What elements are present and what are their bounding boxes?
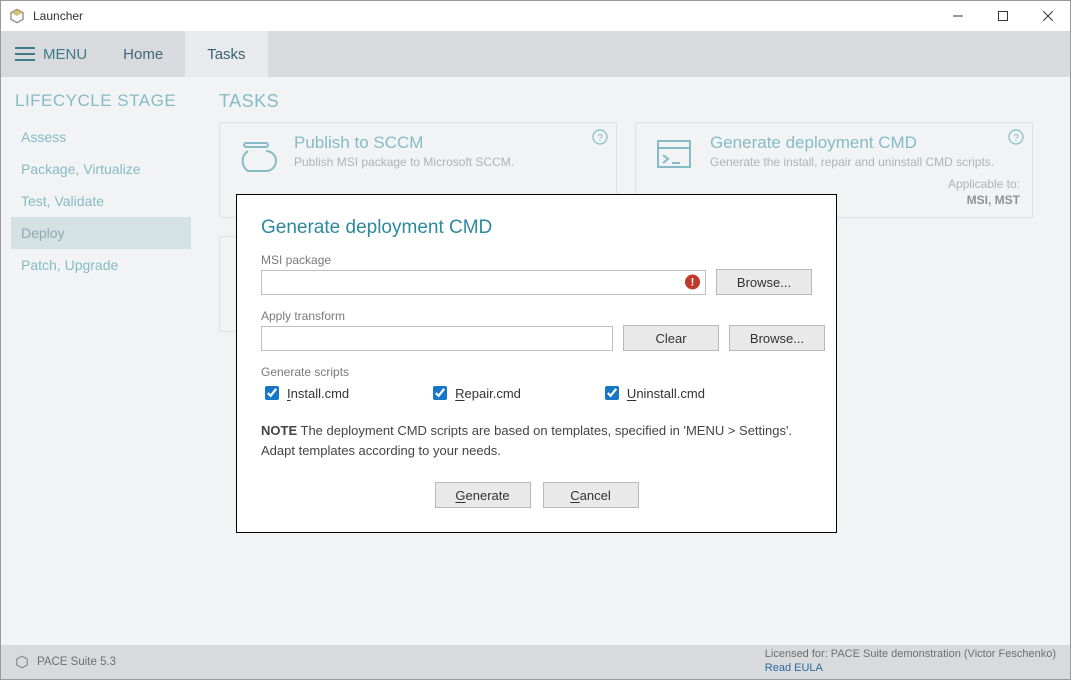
sidebar-heading: LIFECYCLE STAGE (15, 91, 191, 111)
warning-icon: ! (685, 275, 700, 290)
card-title: Generate deployment CMD (710, 133, 1018, 153)
browse-msi-button[interactable]: Browse... (716, 269, 812, 295)
help-icon[interactable]: ? (592, 129, 608, 145)
input-apply-transform[interactable] (261, 326, 613, 351)
footer: PACE Suite 5.3 Licensed for: PACE Suite … (1, 645, 1070, 679)
sidebar: LIFECYCLE STAGE Assess Package, Virtuali… (1, 77, 201, 645)
clear-transform-button[interactable]: Clear (623, 325, 719, 351)
card-desc: Publish MSI package to Microsoft SCCM. (294, 155, 602, 169)
window-controls (935, 1, 1070, 31)
checkbox-install-input[interactable] (265, 386, 279, 400)
footer-eula-link[interactable]: Read EULA (765, 662, 823, 674)
maximize-button[interactable] (980, 1, 1025, 31)
help-icon[interactable]: ? (1008, 129, 1024, 145)
minimize-button[interactable] (935, 1, 980, 31)
card-desc: Generate the install, repair and uninsta… (710, 155, 1018, 169)
sidebar-item-patch[interactable]: Patch, Upgrade (11, 249, 191, 281)
browse-transform-button[interactable]: Browse... (729, 325, 825, 351)
modal-title: Generate deployment CMD (261, 217, 812, 239)
card-applicable-label: Applicable to: (948, 177, 1020, 191)
footer-product: PACE Suite 5.3 (37, 656, 116, 668)
tab-tasks[interactable]: Tasks (185, 31, 267, 77)
content-heading: TASKS (219, 91, 1052, 112)
input-msi-package[interactable] (261, 270, 706, 295)
top-menubar: MENU Home Tasks (1, 31, 1070, 77)
svg-text:?: ? (1013, 133, 1019, 144)
footer-logo-icon (15, 655, 29, 669)
sidebar-item-test[interactable]: Test, Validate (11, 185, 191, 217)
cloud-icon (238, 135, 278, 175)
window-titlebar: Launcher (1, 1, 1070, 31)
close-button[interactable] (1025, 1, 1070, 31)
sidebar-item-assess[interactable]: Assess (11, 121, 191, 153)
label-generate-scripts: Generate scripts (261, 365, 812, 379)
hamburger-icon (15, 47, 35, 61)
modal-generate-cmd: Generate deployment CMD MSI package ! Br… (236, 194, 837, 533)
card-title: Publish to SCCM (294, 133, 602, 153)
generate-button[interactable]: Generate (435, 482, 531, 508)
menu-label: MENU (43, 46, 87, 63)
checkbox-uninstall[interactable]: Uninstall.cmd (601, 383, 705, 403)
checkbox-install[interactable]: Install.cmd (261, 383, 349, 403)
menu-button[interactable]: MENU (15, 31, 101, 77)
tab-home[interactable]: Home (101, 31, 185, 77)
footer-licensed: Licensed for: PACE Suite demonstration (… (765, 648, 1056, 662)
sidebar-item-deploy[interactable]: Deploy (11, 217, 191, 249)
terminal-icon (654, 135, 694, 175)
window-title: Launcher (33, 9, 935, 23)
sidebar-item-package[interactable]: Package, Virtualize (11, 153, 191, 185)
label-apply-transform: Apply transform (261, 309, 812, 323)
svg-text:?: ? (597, 133, 603, 144)
checkbox-uninstall-input[interactable] (605, 386, 619, 400)
app-logo-icon (9, 8, 25, 24)
card-applicable-value: MSI, MST (967, 193, 1020, 207)
cancel-button[interactable]: Cancel (543, 482, 639, 508)
modal-note: NOTE The deployment CMD scripts are base… (261, 421, 812, 460)
checkbox-repair[interactable]: Repair.cmd (429, 383, 521, 403)
checkbox-repair-input[interactable] (433, 386, 447, 400)
label-msi-package: MSI package (261, 253, 812, 267)
